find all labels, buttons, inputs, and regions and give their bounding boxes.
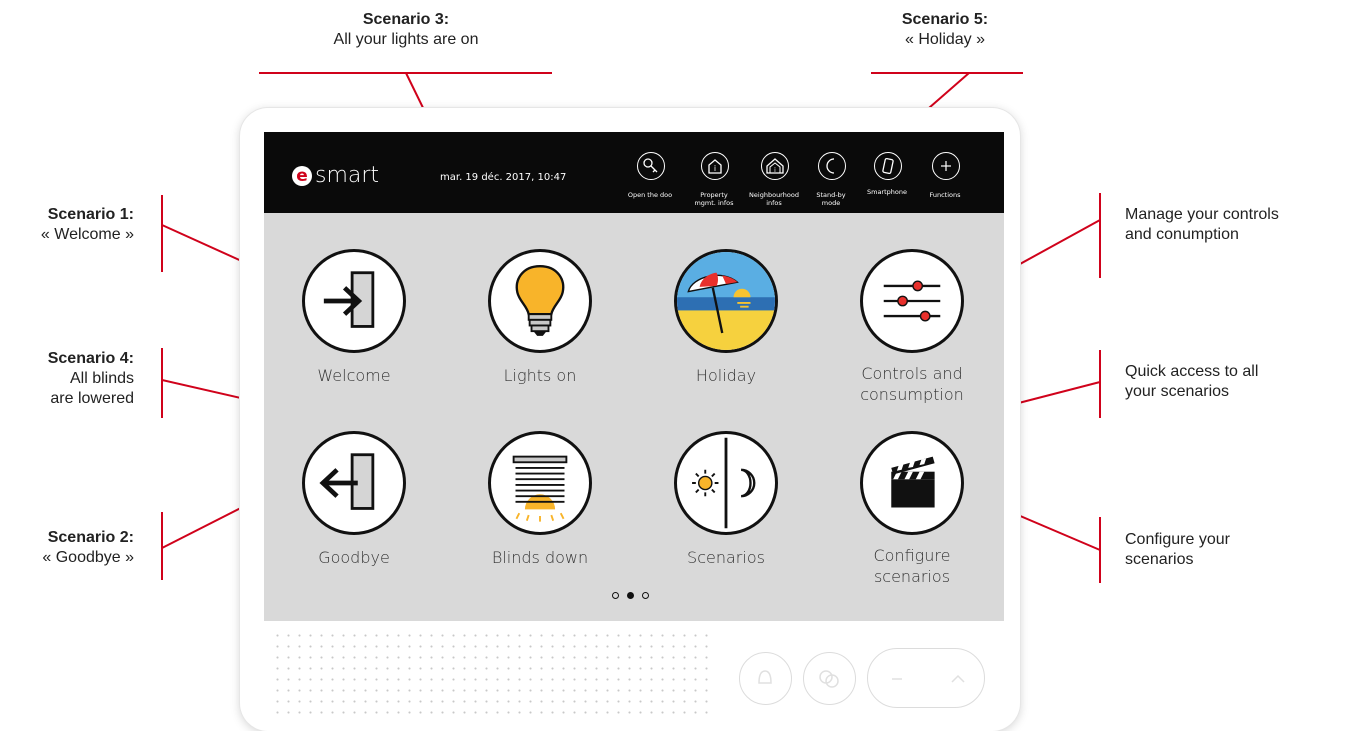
annotation-manage-controls: Manage your controls and conumption — [1125, 205, 1340, 245]
sliders-icon — [883, 280, 941, 322]
top-label-smartphone: Smartphone — [866, 188, 907, 196]
blinds-down-button[interactable] — [488, 431, 592, 535]
lightbulb-icon — [515, 264, 565, 336]
annotation-title: Scenario 4: — [47, 350, 134, 367]
page-dot-3[interactable] — [642, 592, 649, 599]
configure-label-line1: Configure — [873, 546, 951, 565]
annotation-title: Scenario 2: — [47, 529, 134, 546]
scenarios-label: Scenarios — [687, 548, 765, 567]
holiday-button[interactable] — [674, 249, 778, 353]
annotation-scenario-1: Scenario 1: « Welcome » — [0, 205, 134, 245]
welcome-button[interactable] — [302, 249, 406, 353]
top-label-functions: Functions — [929, 191, 961, 199]
annotation-scenario-5: Scenario 5: « Holiday » — [860, 10, 1030, 50]
annotation-text: All blinds — [69, 370, 134, 387]
page-dot-1[interactable] — [612, 592, 619, 599]
annotation-text: « Welcome » — [40, 226, 134, 243]
plus-icon[interactable] — [932, 152, 960, 180]
link-hw-button[interactable] — [803, 652, 856, 705]
logo-mark: e — [292, 165, 312, 186]
clapperboard-icon — [891, 456, 935, 508]
annotation-configure: Configure your scenarios — [1125, 530, 1340, 570]
sun-moon-icon — [692, 437, 756, 529]
volume-icon — [892, 674, 965, 683]
annotation-text: « Holiday » — [904, 31, 986, 48]
neighbourhood-icon[interactable]: i — [761, 152, 789, 180]
scenarios-button[interactable] — [674, 431, 778, 535]
top-label-open-door: Open the doo — [627, 191, 673, 199]
annotation-title: Scenario 1: — [47, 206, 134, 223]
lights-on-button[interactable] — [488, 249, 592, 353]
welcome-label: Welcome — [317, 366, 391, 385]
controls-label-line2: consumption — [860, 385, 964, 404]
svg-text:i: i — [714, 164, 716, 173]
annotation-scenario-3: Scenario 3: All your lights are on — [284, 10, 528, 50]
date-time: mar. 19 déc. 2017, 10:47 — [440, 172, 567, 183]
top-label-property: Property mgmt. infos — [694, 191, 734, 207]
annotation-text: « Goodbye » — [42, 549, 134, 566]
annotation-text: your scenarios — [1125, 383, 1230, 400]
annotation-text: Manage your controls — [1125, 206, 1279, 223]
configure-scenarios-button[interactable] — [860, 431, 964, 535]
key-icon[interactable] — [637, 152, 665, 180]
top-label-standby: Stand-by mode — [816, 191, 846, 207]
annotation-text: Quick access to all — [1125, 363, 1259, 380]
controls-label-line1: Controls and — [861, 364, 963, 383]
goodbye-button[interactable] — [302, 431, 406, 535]
annotation-scenario-2: Scenario 2: « Goodbye » — [0, 528, 134, 568]
controls-consumption-button[interactable] — [860, 249, 964, 353]
beach-icon — [677, 252, 775, 350]
annotation-quick-access: Quick access to all your scenarios — [1125, 362, 1340, 402]
annotation-scenario-4: Scenario 4: All blinds are lowered — [0, 349, 134, 409]
speaker-grill — [272, 630, 712, 718]
annotation-text: scenarios — [1125, 551, 1194, 568]
bell-hw-button[interactable] — [739, 652, 792, 705]
logo-word: smart — [315, 163, 380, 188]
exit-door-icon — [319, 453, 375, 510]
annotation-text: are lowered — [50, 390, 134, 407]
controls-consumption-label: Controls and consumption — [832, 363, 992, 405]
configure-scenarios-label: Configure scenarios — [832, 545, 992, 587]
moon-icon[interactable] — [818, 152, 846, 180]
page-dot-2[interactable] — [627, 592, 634, 599]
esmart-logo: e smart — [292, 163, 379, 188]
annotation-title: Scenario 3: — [362, 11, 450, 28]
holiday-label: Holiday — [695, 366, 757, 385]
enter-door-icon — [323, 271, 375, 328]
annotation-text: Configure your — [1125, 531, 1230, 548]
blinds-icon — [512, 455, 568, 522]
volume-hw-button[interactable] — [867, 648, 985, 708]
annotation-text: All your lights are on — [333, 31, 479, 48]
lights-on-label: Lights on — [503, 366, 577, 385]
page-indicator — [612, 592, 649, 599]
top-label-neighbourhood: Neighbourhood infos — [749, 191, 799, 207]
annotation-text: and conumption — [1125, 226, 1239, 243]
blinds-down-label: Blinds down — [491, 548, 589, 567]
bell-icon — [758, 670, 772, 684]
link-icon — [819, 670, 839, 688]
configure-label-line2: scenarios — [873, 567, 951, 586]
info-house-icon[interactable]: i — [701, 152, 729, 180]
goodbye-label: Goodbye — [318, 548, 390, 567]
annotation-title: Scenario 5: — [901, 11, 989, 28]
smartphone-icon[interactable] — [874, 152, 902, 180]
